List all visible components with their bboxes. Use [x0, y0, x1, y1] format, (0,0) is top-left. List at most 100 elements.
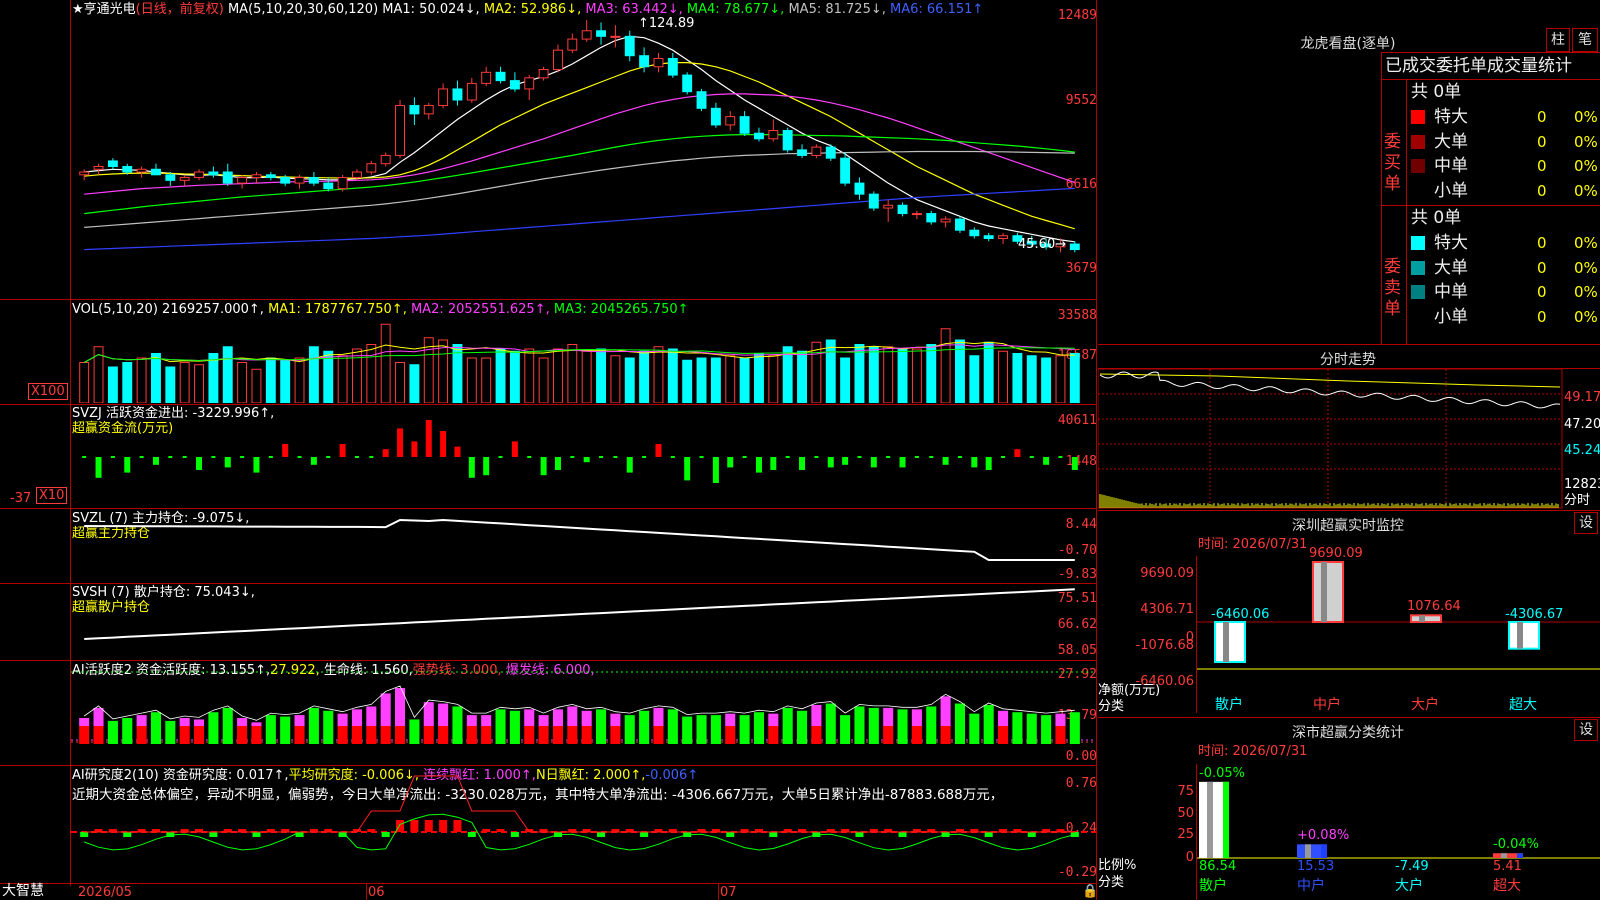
candle[interactable] — [194, 169, 204, 181]
research-bar[interactable] — [439, 820, 448, 832]
activity-bar[interactable] — [509, 710, 520, 744]
sz-monitor-chart[interactable] — [1197, 556, 1600, 713]
research-bar[interactable] — [898, 832, 907, 837]
research-bar[interactable] — [396, 820, 405, 832]
activity-bar[interactable] — [366, 726, 377, 744]
candle[interactable] — [840, 152, 851, 186]
volume-bar[interactable] — [251, 368, 262, 403]
net-flow-bar[interactable] — [1410, 614, 1442, 624]
activity-bar[interactable] — [251, 726, 262, 744]
flow-bar[interactable] — [540, 457, 547, 476]
volume-bar[interactable] — [596, 348, 606, 403]
research-bar[interactable] — [769, 832, 778, 837]
volume-bar[interactable] — [409, 364, 420, 403]
main-chart-area[interactable]: ★亨通光电(日线，前复权) MA(5,10,20,30,60,120) MA1:… — [0, 0, 1098, 900]
activity-bar[interactable] — [251, 722, 262, 726]
candle[interactable] — [222, 163, 233, 186]
volume-bar[interactable] — [667, 348, 678, 403]
flow-bar[interactable] — [240, 456, 245, 458]
class-ratio-bar[interactable] — [1297, 844, 1327, 858]
volume-bar[interactable] — [481, 357, 492, 403]
candle[interactable] — [610, 25, 621, 48]
volume-bar[interactable] — [79, 362, 90, 404]
volume-bar[interactable] — [797, 350, 807, 403]
volume-chart[interactable] — [71, 318, 1096, 403]
activity-bar[interactable] — [351, 726, 362, 744]
candle[interactable] — [983, 232, 994, 242]
activity-bar[interactable] — [438, 703, 449, 726]
activity-bar[interactable] — [567, 706, 578, 726]
volume-bar[interactable] — [466, 357, 477, 403]
vol-unit-badge[interactable]: X100 — [28, 383, 68, 400]
candle[interactable] — [509, 72, 520, 92]
activity-bar[interactable] — [768, 726, 779, 744]
volume-bar[interactable] — [725, 355, 736, 403]
candle[interactable] — [136, 166, 147, 178]
svzj-unit-badge[interactable]: X10 — [36, 487, 68, 504]
candle[interactable] — [911, 210, 922, 220]
flow-bar[interactable] — [468, 457, 475, 478]
flow-bar[interactable] — [971, 457, 978, 468]
volume-bar[interactable] — [710, 357, 721, 403]
volume-bar[interactable] — [739, 357, 750, 403]
activity-bar[interactable] — [667, 709, 678, 744]
candle[interactable] — [423, 102, 434, 120]
flow-bar[interactable] — [886, 456, 891, 458]
candle[interactable] — [725, 111, 736, 131]
flow-bar[interactable] — [570, 456, 575, 458]
candle[interactable] — [409, 97, 420, 125]
activity-bar[interactable] — [323, 710, 334, 744]
activity-bar[interactable] — [438, 726, 449, 744]
candle[interactable] — [208, 166, 219, 178]
candle[interactable] — [639, 47, 650, 73]
activity-bar[interactable] — [940, 696, 951, 726]
activity-bar[interactable] — [237, 718, 248, 726]
research-bar[interactable] — [726, 832, 735, 837]
flow-bar[interactable] — [454, 446, 461, 457]
class-ratio-bar[interactable] — [1493, 853, 1523, 858]
volume-bar[interactable] — [194, 364, 204, 403]
candle[interactable] — [93, 163, 104, 175]
flow-bar[interactable] — [498, 456, 503, 458]
volume-bar[interactable] — [940, 328, 951, 403]
sz-monitor-settings-button[interactable]: 设 — [1574, 512, 1598, 534]
volume-bar[interactable] — [782, 346, 793, 403]
candle[interactable] — [624, 30, 635, 62]
retail-holding-chart[interactable] — [71, 585, 1096, 659]
flow-bar[interactable] — [755, 457, 762, 473]
flow-bar[interactable] — [297, 456, 302, 458]
candle[interactable] — [868, 191, 879, 211]
volume-bar[interactable] — [768, 355, 779, 403]
volume-bar[interactable] — [553, 348, 563, 403]
flow-bar[interactable] — [827, 457, 834, 468]
activity-bar[interactable] — [495, 709, 506, 744]
tick-view-button[interactable]: 笔 — [1572, 28, 1598, 52]
volume-bar[interactable] — [610, 355, 621, 403]
activity-bar[interactable] — [610, 726, 621, 744]
candle[interactable] — [495, 66, 506, 84]
activity-bar[interactable] — [366, 706, 377, 726]
flow-bar[interactable] — [95, 457, 102, 478]
candle[interactable] — [682, 72, 693, 95]
candle[interactable] — [883, 199, 894, 222]
candle[interactable] — [1069, 241, 1080, 253]
flow-bar[interactable] — [613, 456, 618, 458]
activity-bar[interactable] — [897, 709, 908, 744]
activity-bar[interactable] — [93, 707, 104, 726]
activity-bar[interactable] — [179, 718, 190, 726]
activity-bar[interactable] — [1041, 715, 1052, 744]
flow-bar[interactable] — [268, 456, 273, 458]
volume-bar[interactable] — [495, 348, 506, 403]
volume-bar[interactable] — [983, 341, 994, 403]
flow-bar[interactable] — [483, 457, 490, 476]
activity-bar[interactable] — [1055, 713, 1066, 726]
activity-bar[interactable] — [165, 720, 176, 744]
flow-bar[interactable] — [929, 456, 934, 458]
activity-bar[interactable] — [481, 715, 492, 726]
candle[interactable] — [366, 160, 377, 175]
volume-bar[interactable] — [337, 355, 348, 403]
volume-bar[interactable] — [222, 346, 233, 403]
activity-bar[interactable] — [308, 707, 319, 744]
volume-bar[interactable] — [1069, 353, 1080, 404]
ai-research-chart[interactable] — [71, 766, 1096, 882]
